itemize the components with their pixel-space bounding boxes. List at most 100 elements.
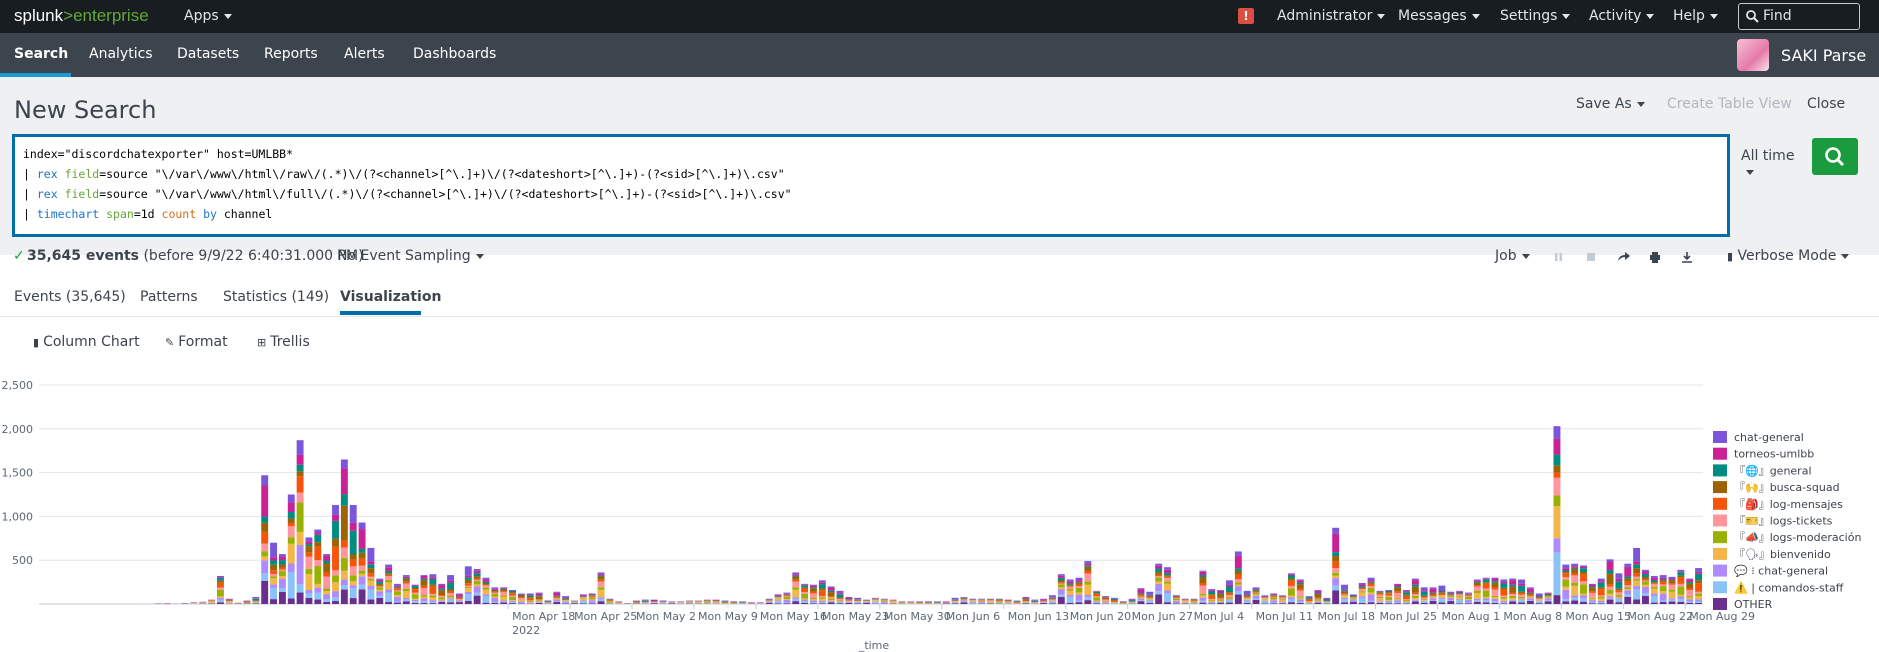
nav-reports[interactable]: Reports: [264, 46, 318, 62]
print-icon[interactable]: [1650, 252, 1660, 263]
job-menu[interactable]: Job: [1495, 248, 1530, 264]
column-segment: [482, 583, 490, 585]
column-segment: [1323, 597, 1331, 599]
event-sampling-menu[interactable]: No Event Sampling: [337, 248, 484, 264]
help-menu[interactable]: Help: [1673, 8, 1718, 24]
activity-menu[interactable]: Activity: [1589, 8, 1655, 24]
column-segment: [1606, 593, 1614, 597]
column-segment: [1411, 599, 1419, 601]
column-segment: [1110, 597, 1118, 599]
administrator-menu[interactable]: Administrator: [1277, 8, 1386, 24]
settings-menu[interactable]: Settings: [1500, 8, 1571, 24]
column-segment: [1588, 597, 1596, 599]
splunk-logo[interactable]: splunk>enterprise: [14, 6, 149, 26]
stacked-column: [978, 598, 986, 604]
tab-statistics[interactable]: Statistics (149): [223, 289, 329, 305]
nav-datasets[interactable]: Datasets: [177, 46, 239, 62]
tab-events[interactable]: Events (35,645): [14, 289, 126, 305]
time-range-picker[interactable]: All time: [1733, 138, 1799, 175]
stacked-column: [163, 603, 171, 604]
column-segment: [1597, 598, 1605, 601]
tab-visualization[interactable]: Visualization: [340, 289, 441, 305]
search-icon: [1746, 10, 1759, 23]
tab-patterns[interactable]: Patterns: [140, 289, 198, 305]
column-segment: [1172, 598, 1180, 599]
pause-icon[interactable]: [1555, 253, 1562, 261]
column-segment: [305, 544, 313, 547]
column-segment: [1642, 584, 1649, 587]
column-segment: [1208, 595, 1216, 599]
column-segment: [385, 602, 393, 604]
search-query-editor[interactable]: index="discordchatexporter" host=UMLBB* …: [12, 134, 1730, 237]
column-segment: [1066, 590, 1074, 595]
close-button[interactable]: Close: [1807, 96, 1845, 112]
nav-dashboards[interactable]: Dashboards: [413, 46, 496, 62]
column-segment: [1013, 601, 1021, 603]
legend-item: 💬 ⁝ chat-general: [1734, 565, 1828, 578]
span-value: =1d: [133, 207, 162, 221]
stacked-column: [181, 602, 189, 604]
stacked-column: [898, 601, 906, 604]
column-segment: [933, 602, 941, 603]
column-segment: [270, 570, 278, 574]
app-name[interactable]: SAKI Parse: [1781, 46, 1866, 65]
column-segment: [278, 560, 286, 565]
column-segment: [597, 581, 605, 588]
nav-alerts[interactable]: Alerts: [344, 46, 385, 62]
search-mode-label: Verbose Mode: [1737, 248, 1837, 264]
arg-field: field: [64, 167, 100, 181]
column-segment: [1562, 573, 1570, 578]
stacked-column: [1110, 597, 1118, 604]
column-segment: [1296, 590, 1304, 597]
search-mode-menu[interactable]: ▮ Verbose Mode: [1727, 248, 1850, 264]
share-icon[interactable]: [1618, 252, 1630, 261]
column-segment: [402, 597, 410, 600]
trellis-button[interactable]: ⊞ Trellis: [257, 334, 310, 350]
column-segment: [394, 588, 401, 591]
find-input[interactable]: Find: [1738, 3, 1860, 30]
column-segment: [1048, 601, 1056, 602]
messages-menu[interactable]: Messages: [1398, 8, 1480, 24]
save-as-menu[interactable]: Save As: [1576, 96, 1645, 112]
create-table-view-button[interactable]: Create Table View: [1667, 96, 1792, 112]
column-segment: [1004, 601, 1012, 603]
format-button[interactable]: ✎ Format: [165, 334, 228, 350]
column-segment: [1376, 591, 1384, 593]
column-segment: [517, 595, 525, 598]
stacked-column: [1677, 569, 1685, 604]
search-button[interactable]: [1812, 138, 1858, 175]
column-segment: [1447, 597, 1455, 598]
nav-search[interactable]: Search: [14, 46, 68, 62]
column-segment: [1137, 597, 1145, 599]
column-segment: [1403, 591, 1410, 593]
column-segment: [1287, 580, 1295, 586]
column-segment: [1075, 592, 1083, 595]
column-segment: [491, 602, 499, 603]
column-segment: [1208, 600, 1216, 603]
stacked-column: [801, 583, 809, 604]
chart-type-button[interactable]: ▮ Column Chart: [33, 334, 140, 350]
column-segment: [1234, 574, 1242, 580]
column-segment: [296, 440, 304, 455]
stacked-column: [1226, 580, 1233, 604]
column-segment: [323, 591, 331, 595]
stop-icon[interactable]: [1587, 253, 1595, 261]
alert-icon[interactable]: !: [1238, 8, 1254, 24]
x-tick-label: Mon Aug 1: [1441, 610, 1500, 623]
column-segment: [270, 557, 278, 561]
column-segment: [447, 593, 455, 596]
legend-item: ⚠️ | comandos-staff: [1734, 581, 1844, 594]
column-segment: [1411, 595, 1419, 599]
column-segment: [1287, 575, 1295, 579]
column-segment: [1411, 600, 1419, 602]
column-segment: [774, 594, 782, 596]
apps-menu[interactable]: Apps: [184, 8, 232, 24]
chart-type-label: Column Chart: [43, 334, 140, 350]
column-segment: [1349, 595, 1357, 597]
column-segment: [1252, 595, 1260, 599]
stacked-column: [1411, 578, 1419, 604]
export-icon[interactable]: [1682, 252, 1692, 263]
nav-analytics[interactable]: Analytics: [89, 46, 153, 62]
column-segment: [1588, 592, 1596, 598]
column-segment: [323, 599, 331, 603]
